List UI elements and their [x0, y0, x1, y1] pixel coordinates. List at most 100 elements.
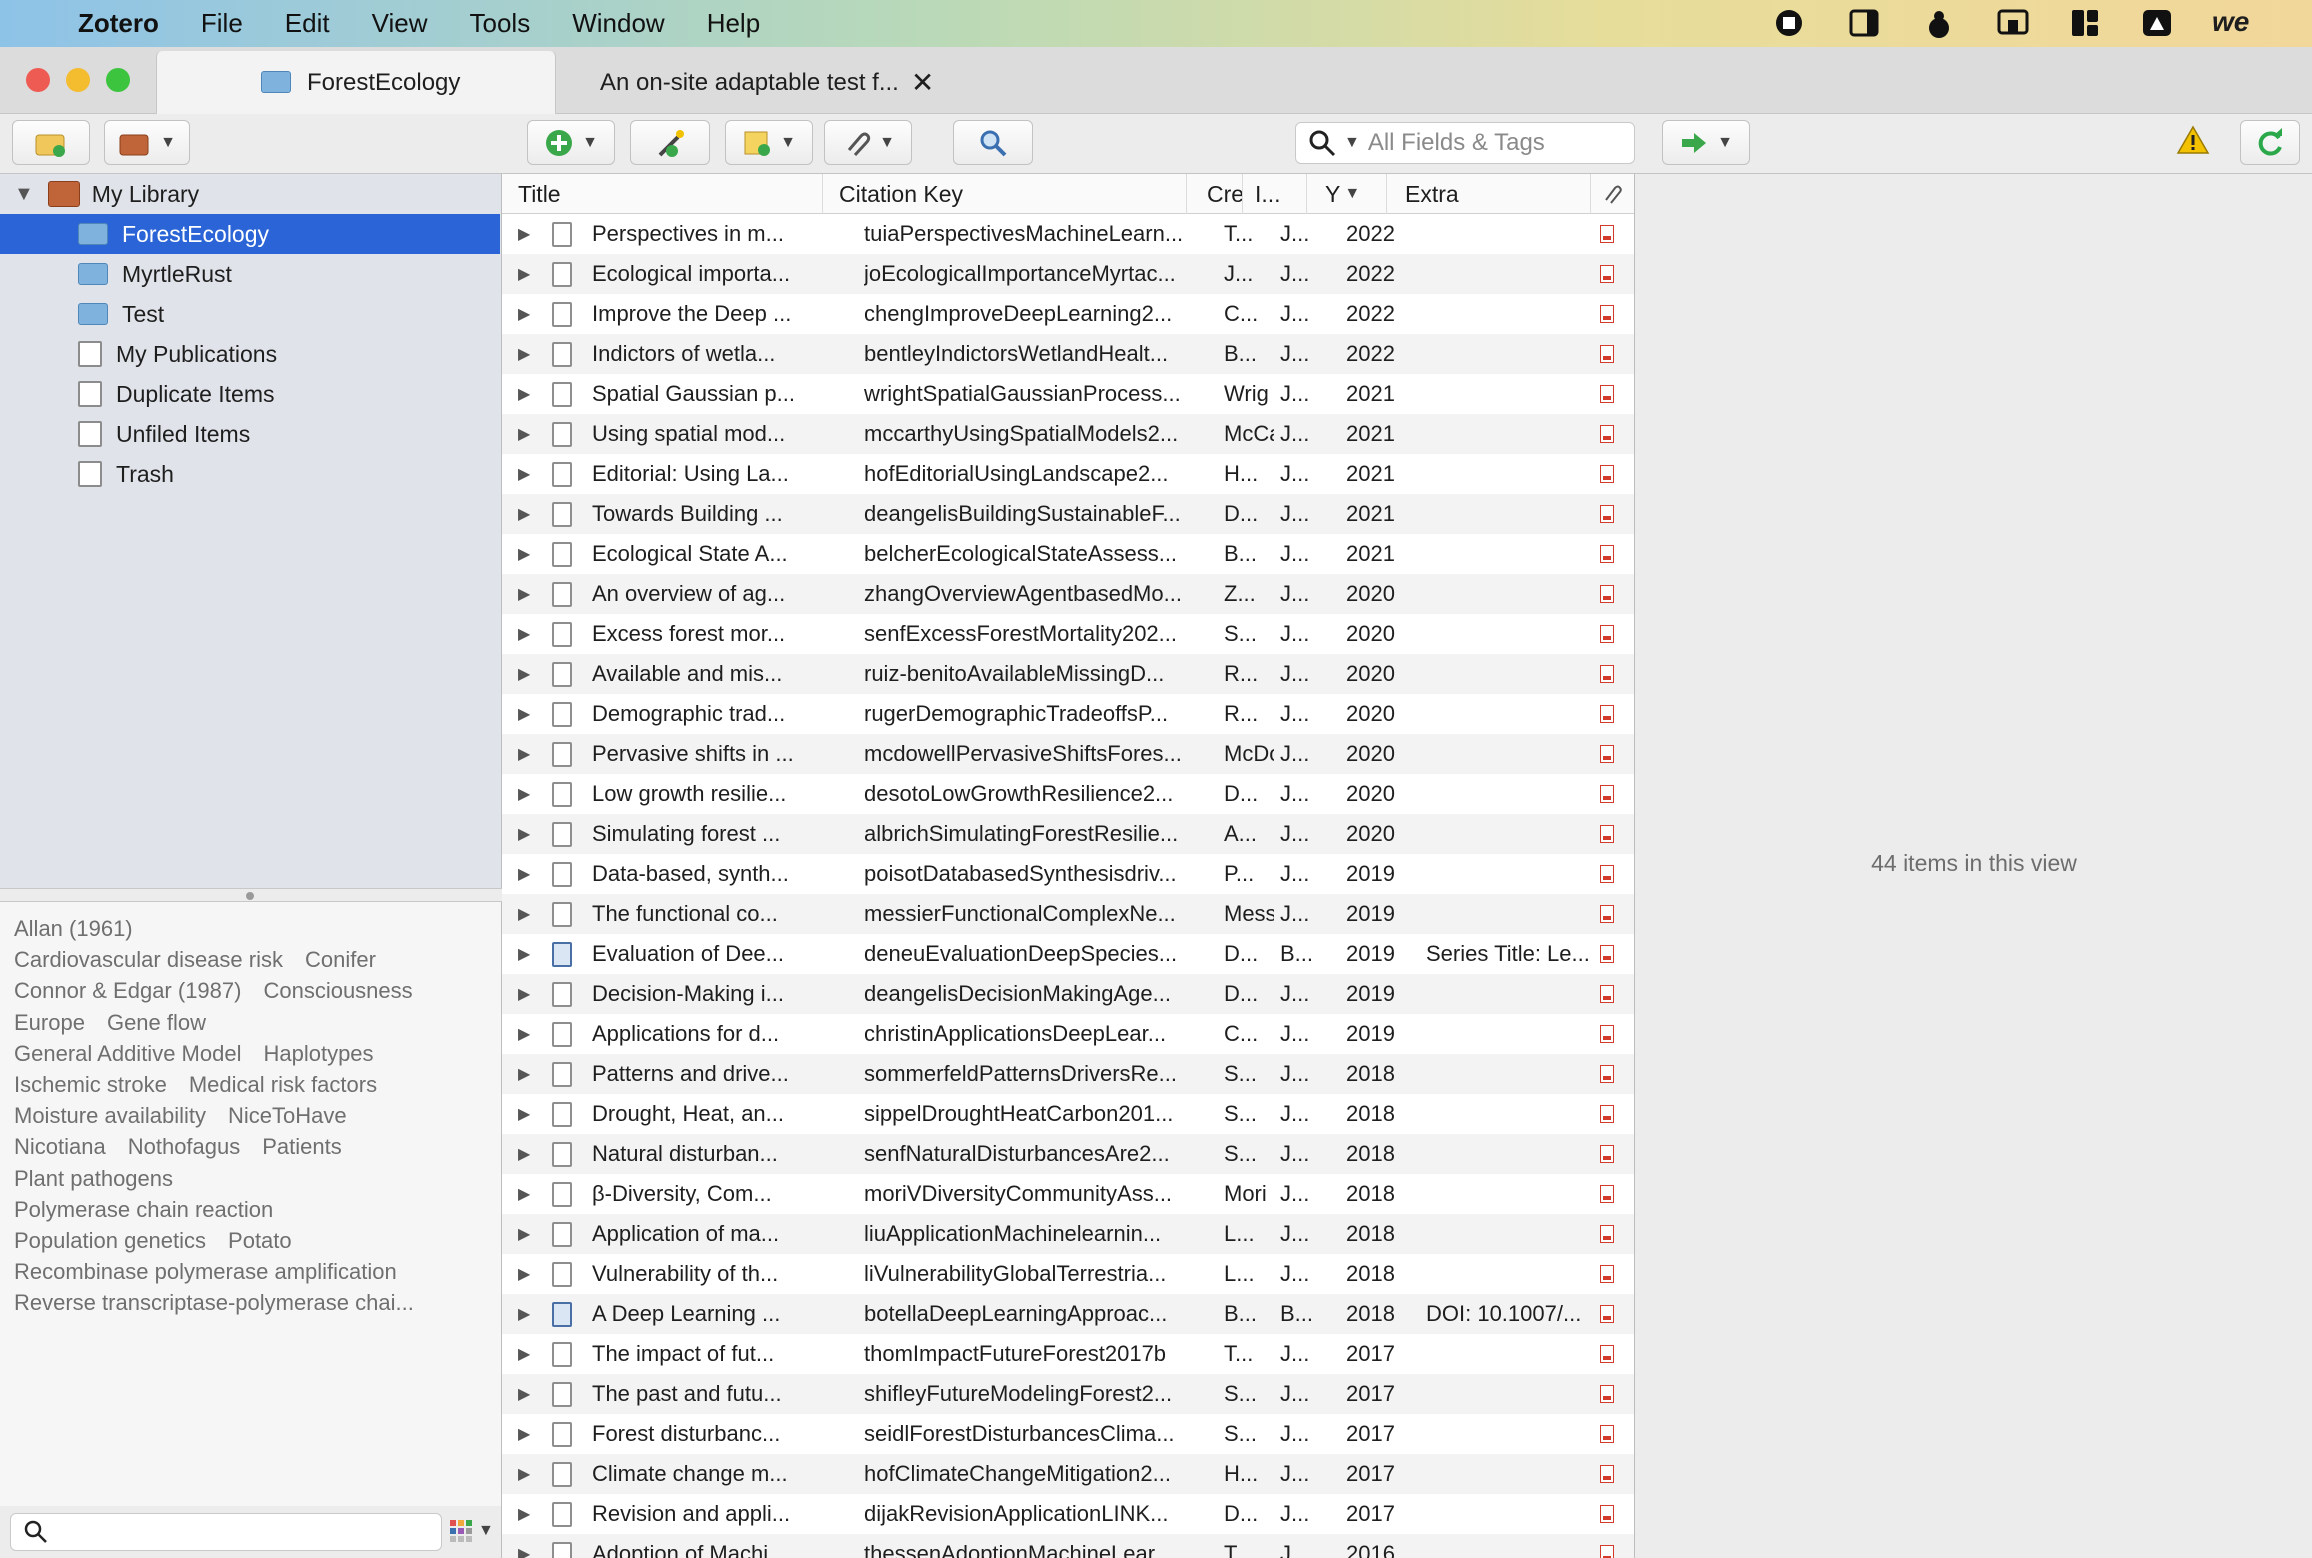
add-attachment-button[interactable]: ▼ [824, 120, 912, 165]
pdf-attachment-icon[interactable] [1600, 654, 1614, 694]
collection-item[interactable]: My Publications [0, 334, 500, 374]
disclosure-triangle-icon[interactable]: ▶ [518, 694, 530, 734]
tag-item[interactable]: Connor & Edgar (1987) [14, 978, 241, 1004]
new-collection-button[interactable] [12, 120, 90, 165]
screen-icon[interactable] [1996, 6, 2030, 40]
menu-edit[interactable]: Edit [285, 8, 330, 39]
pdf-attachment-icon[interactable] [1600, 334, 1614, 374]
disclosure-triangle-icon[interactable]: ▶ [518, 1334, 530, 1374]
table-row[interactable]: ▶ The functional co... messierFunctionalCo… [502, 894, 1634, 934]
pdf-attachment-icon[interactable] [1600, 294, 1614, 334]
pdf-attachment-icon[interactable] [1600, 414, 1614, 454]
table-row[interactable]: ▶ Low growth resilie... desotoLowGrowthRes… [502, 774, 1634, 814]
table-row[interactable]: ▶ Data-based, synth... poisotDatabasedSynt… [502, 854, 1634, 894]
disclosure-triangle-icon[interactable]: ▶ [518, 1134, 530, 1174]
table-row[interactable]: ▶ Adoption of Machi... thessenAdoptionMach… [502, 1534, 1634, 1558]
disclosure-triangle-icon[interactable]: ▶ [518, 654, 530, 694]
disclosure-triangle-icon[interactable]: ▶ [518, 534, 530, 574]
tag-item[interactable]: Medical risk factors [189, 1072, 377, 1098]
disclosure-triangle-icon[interactable]: ▶ [518, 614, 530, 654]
disclosure-triangle-icon[interactable]: ▶ [518, 254, 530, 294]
table-row[interactable]: ▶ Climate change m... hofClimateChangeMiti… [502, 1454, 1634, 1494]
pdf-attachment-icon[interactable] [1600, 614, 1614, 654]
pdf-attachment-icon[interactable] [1600, 1534, 1614, 1558]
table-row[interactable]: ▶ Revision and appli... dijakRevisionAppli… [502, 1494, 1634, 1534]
menu-view[interactable]: View [372, 8, 428, 39]
table-row[interactable]: ▶ Natural disturban... senfNaturalDisturba… [502, 1134, 1634, 1174]
disclosure-triangle-icon[interactable]: ▶ [518, 1094, 530, 1134]
pdf-attachment-icon[interactable] [1600, 574, 1614, 614]
pdf-attachment-icon[interactable] [1600, 934, 1614, 974]
disclosure-triangle-icon[interactable]: ▶ [518, 934, 530, 974]
table-row[interactable]: ▶ β-Diversity, Com... moriVDiversityCommun… [502, 1174, 1634, 1214]
disclosure-triangle-icon[interactable]: ▶ [518, 1054, 530, 1094]
collection-item[interactable]: Duplicate Items [0, 374, 500, 414]
collection-item[interactable]: Unfiled Items [0, 414, 500, 454]
disclosure-triangle-icon[interactable]: ▶ [518, 1534, 530, 1558]
minimize-window-button[interactable] [66, 68, 90, 92]
close-icon[interactable]: ✕ [911, 66, 934, 99]
drive-icon[interactable] [2140, 6, 2174, 40]
pdf-attachment-icon[interactable] [1600, 254, 1614, 294]
table-row[interactable]: ▶ An overview of ag... zhangOverviewAgentb… [502, 574, 1634, 614]
tag-item[interactable]: Plant pathogens [14, 1166, 173, 1192]
disclosure-triangle-icon[interactable]: ▶ [518, 574, 530, 614]
disclosure-triangle-icon[interactable]: ▶ [518, 1254, 530, 1294]
pdf-attachment-icon[interactable] [1600, 214, 1614, 254]
column-item-type[interactable]: I... [1242, 174, 1306, 214]
column-citation-key[interactable]: Citation Key [822, 174, 1186, 214]
tag-item[interactable]: Ischemic stroke [14, 1072, 167, 1098]
pdf-attachment-icon[interactable] [1600, 534, 1614, 574]
table-row[interactable]: ▶ Ecological State A... belcherEcologicalS… [502, 534, 1634, 574]
pdf-attachment-icon[interactable] [1600, 374, 1614, 414]
advanced-search-button[interactable] [953, 120, 1033, 165]
pdf-attachment-icon[interactable] [1600, 854, 1614, 894]
table-row[interactable]: ▶ Excess forest mor... senfExcessForestMor… [502, 614, 1634, 654]
menu-help[interactable]: Help [707, 8, 760, 39]
disclosure-triangle-icon[interactable]: ▶ [518, 1294, 530, 1334]
table-row[interactable]: ▶ Application of ma... liuApplicationMachi… [502, 1214, 1634, 1254]
disclosure-triangle-icon[interactable]: ▶ [518, 214, 530, 254]
tag-item[interactable]: Moisture availability [14, 1103, 206, 1129]
collection-item[interactable]: Test [0, 294, 500, 334]
disclosure-triangle-icon[interactable]: ▶ [518, 734, 530, 774]
tag-item[interactable]: Potato [228, 1228, 292, 1254]
wechat-icon[interactable]: we [2212, 6, 2272, 40]
column-title[interactable]: Title [502, 174, 822, 214]
tag-filter-input[interactable] [10, 1513, 442, 1551]
tab-library[interactable]: ForestEcology [156, 51, 556, 114]
record-icon[interactable] [1772, 6, 1806, 40]
pdf-attachment-icon[interactable] [1600, 1374, 1614, 1414]
pdf-attachment-icon[interactable] [1600, 494, 1614, 534]
tag-item[interactable]: Conifer [305, 947, 376, 973]
collection-item[interactable]: Trash [0, 454, 500, 494]
disclosure-triangle-icon[interactable]: ▶ [518, 414, 530, 454]
tag-selector-menu-button[interactable]: ▼ [450, 1520, 494, 1542]
tag-item[interactable]: Population genetics [14, 1228, 206, 1254]
disclosure-triangle-icon[interactable]: ▶ [518, 1374, 530, 1414]
tag-item[interactable]: Europe [14, 1010, 85, 1036]
locate-button[interactable]: ▼ [1662, 120, 1750, 165]
table-row[interactable]: ▶ Editorial: Using La... hofEditorialUsing… [502, 454, 1634, 494]
pane-splitter[interactable] [0, 888, 502, 902]
collection-item[interactable]: MyrtleRust [0, 254, 500, 294]
pdf-attachment-icon[interactable] [1600, 1294, 1614, 1334]
new-item-button[interactable]: ▼ [527, 120, 615, 165]
sync-button[interactable] [2240, 120, 2300, 165]
table-row[interactable]: ▶ Vulnerability of th... liVulnerabilityGl… [502, 1254, 1634, 1294]
layout-icon[interactable] [2068, 6, 2102, 40]
tag-item[interactable]: Haplotypes [263, 1041, 373, 1067]
tag-item[interactable]: Allan (1961) [14, 916, 133, 942]
tab-document[interactable]: An on-site adaptable test f... ✕ [578, 51, 958, 114]
new-library-button[interactable]: ▼ [104, 120, 190, 165]
table-row[interactable]: ▶ A Deep Learning ... botellaDeepLearningA… [502, 1294, 1634, 1334]
pdf-attachment-icon[interactable] [1600, 814, 1614, 854]
table-row[interactable]: ▶ Applications for d... christinApplicatio… [502, 1014, 1634, 1054]
zoom-window-button[interactable] [106, 68, 130, 92]
warning-icon[interactable] [2176, 124, 2210, 161]
pdf-attachment-icon[interactable] [1600, 1254, 1614, 1294]
collection-item[interactable]: ForestEcology [0, 214, 500, 254]
disclosure-triangle-icon[interactable]: ▶ [518, 894, 530, 934]
disclosure-triangle-icon[interactable]: ▶ [518, 334, 530, 374]
pdf-attachment-icon[interactable] [1600, 1094, 1614, 1134]
